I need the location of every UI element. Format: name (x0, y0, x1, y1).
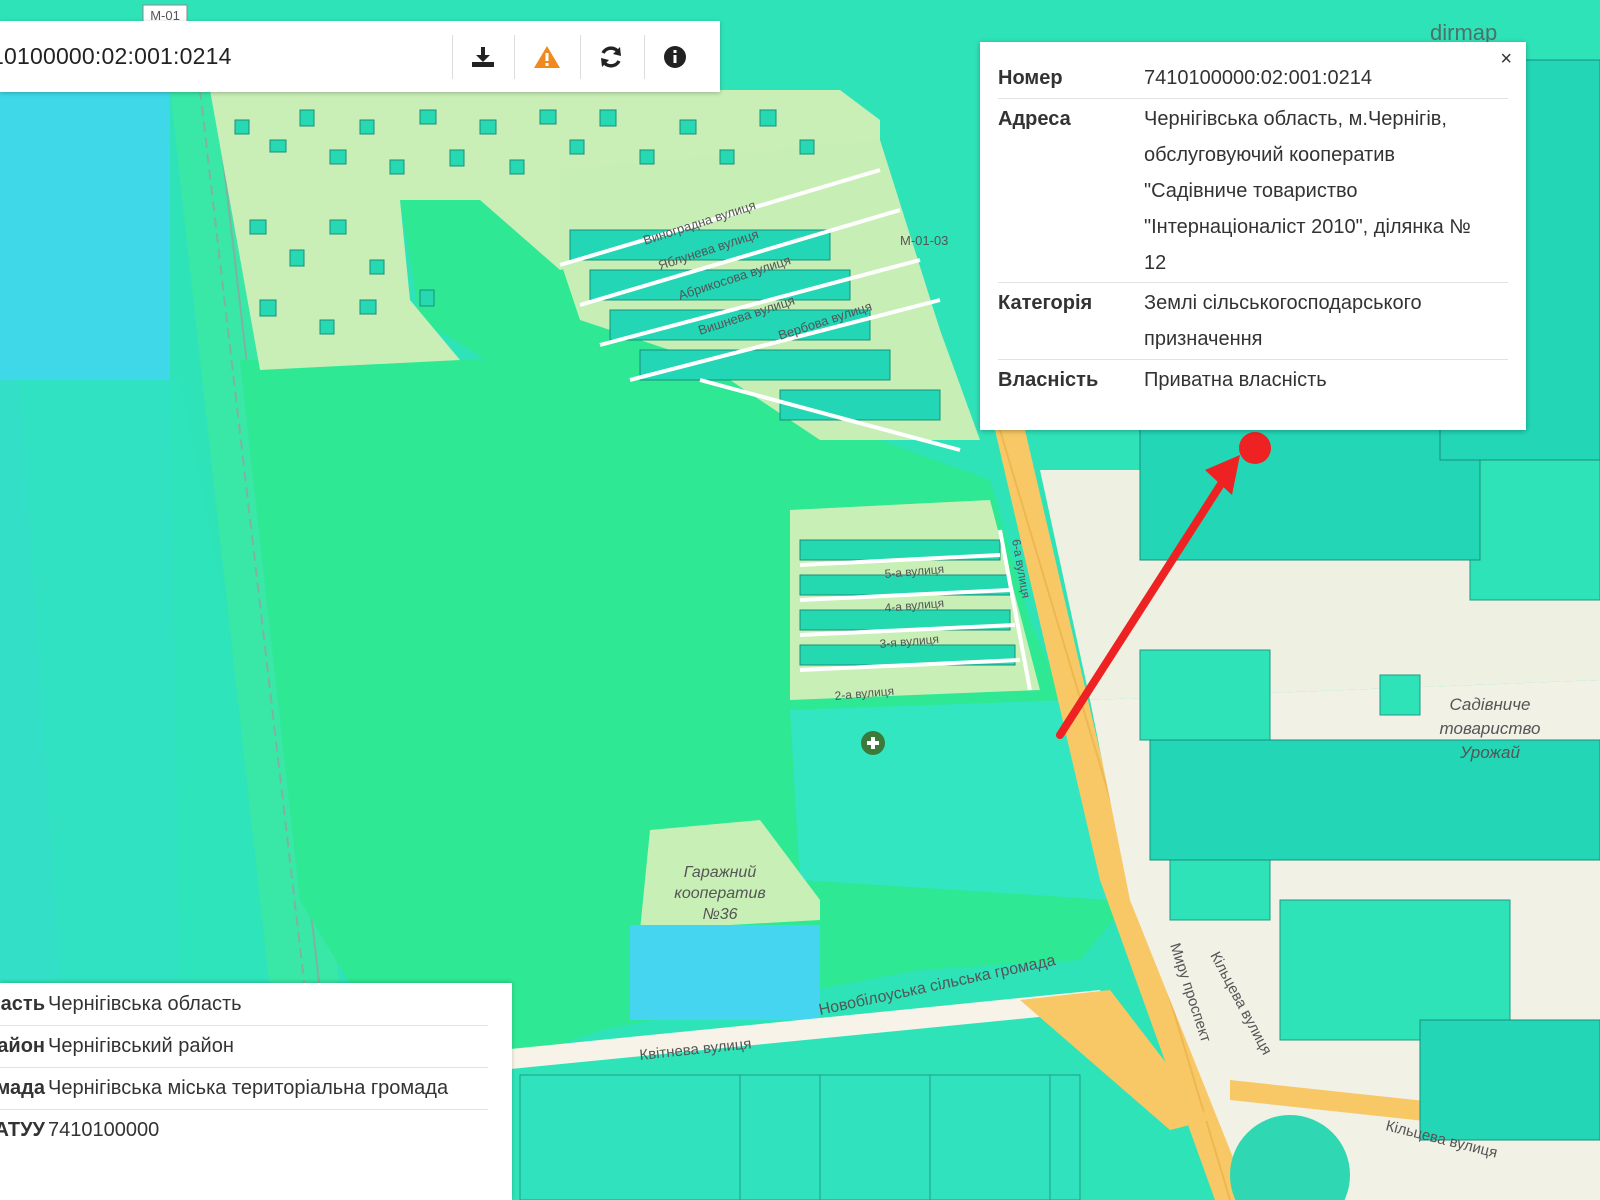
report-warning-button[interactable] (522, 35, 572, 79)
admin-value: Чернігівська міська територіальна громад… (48, 1077, 449, 1099)
sadivnyche-label-line3: Урожай (1459, 743, 1520, 762)
search-toolbar: 7410100000:02:001:0214 (0, 21, 720, 92)
sadivnyche-label-line2: товариство (1440, 719, 1541, 738)
address-line: "Інтернаціоналіст 2010", ділянка № (1144, 216, 1471, 238)
address-line: 12 (1144, 252, 1167, 274)
admin-label: Район (0, 1035, 45, 1057)
toolbar-divider (514, 35, 515, 79)
refresh-icon (601, 46, 621, 68)
info-button[interactable] (650, 35, 700, 79)
address-value: Чернігівська область, м.Чернігів, обслуг… (1144, 99, 1508, 282)
garage-label-line1: Гаражний (684, 864, 757, 881)
address-line: обслуговуючий кооператив (1144, 144, 1396, 166)
admin-label: Область (0, 993, 45, 1015)
admin-value: Чернігівська область (48, 993, 242, 1015)
search-input[interactable]: 7410100000:02:001:0214 (0, 43, 232, 70)
info-label: Власність (998, 369, 1099, 391)
ownership-value: Приватна власність (1144, 369, 1327, 391)
admin-value: Чернігівський район (48, 1035, 234, 1057)
warning-icon (534, 46, 560, 68)
admin-row-community: Громада Чернігівська міська територіальн… (0, 1067, 488, 1110)
info-row-ownership: Власність Приватна власність (998, 360, 1508, 402)
parcel-location-marker[interactable] (1239, 432, 1271, 464)
garage-label-line2: кооператив (674, 885, 765, 902)
admin-row-region: Область Чернігівська область (0, 983, 488, 1026)
info-icon (664, 46, 686, 68)
toolbar-divider (580, 35, 581, 79)
toolbar-divider (452, 35, 453, 79)
info-label: Адреса (998, 108, 1071, 130)
address-line: "Садівниче товариство (1144, 180, 1358, 202)
admin-value: 7410100000 (48, 1119, 160, 1141)
admin-info-panel: Область Чернігівська область Район Черні… (0, 983, 512, 1200)
refresh-button[interactable] (586, 35, 636, 79)
download-button[interactable] (458, 35, 508, 79)
info-label: Номер (998, 67, 1063, 89)
info-row-category: Категорія Землі сільськогосподарського п… (998, 283, 1508, 360)
parcel-info-popup: × Номер 7410100000:02:001:0214 Адреса Че… (980, 42, 1526, 430)
hospital-icon (861, 731, 885, 755)
admin-label: Громада (0, 1077, 45, 1099)
category-line: Землі сільськогосподарського (1144, 292, 1422, 314)
category-value: Землі сільськогосподарського призначення (1144, 283, 1508, 359)
category-line: призначення (1144, 328, 1263, 350)
address-line: Чернігівська область, м.Чернігів, (1144, 108, 1447, 130)
info-label: Категорія (998, 292, 1093, 314)
admin-row-district: Район Чернігівський район (0, 1025, 488, 1068)
garage-label-line3: №36 (702, 906, 737, 923)
info-row-number: Номер 7410100000:02:001:0214 (998, 58, 1508, 99)
toolbar-divider (644, 35, 645, 79)
download-icon (472, 47, 494, 67)
admin-row-koatuu: КОАТУУ 7410100000 (0, 1109, 488, 1151)
cadastral-number-value: 7410100000:02:001:0214 (1144, 67, 1373, 89)
admin-label: КОАТУУ (0, 1119, 45, 1141)
sadivnyche-label-line1: Садівниче (1449, 695, 1530, 714)
info-row-address: Адреса Чернігівська область, м.Чернігів,… (998, 99, 1508, 283)
road-code2-label: М-01-03 (900, 233, 948, 248)
